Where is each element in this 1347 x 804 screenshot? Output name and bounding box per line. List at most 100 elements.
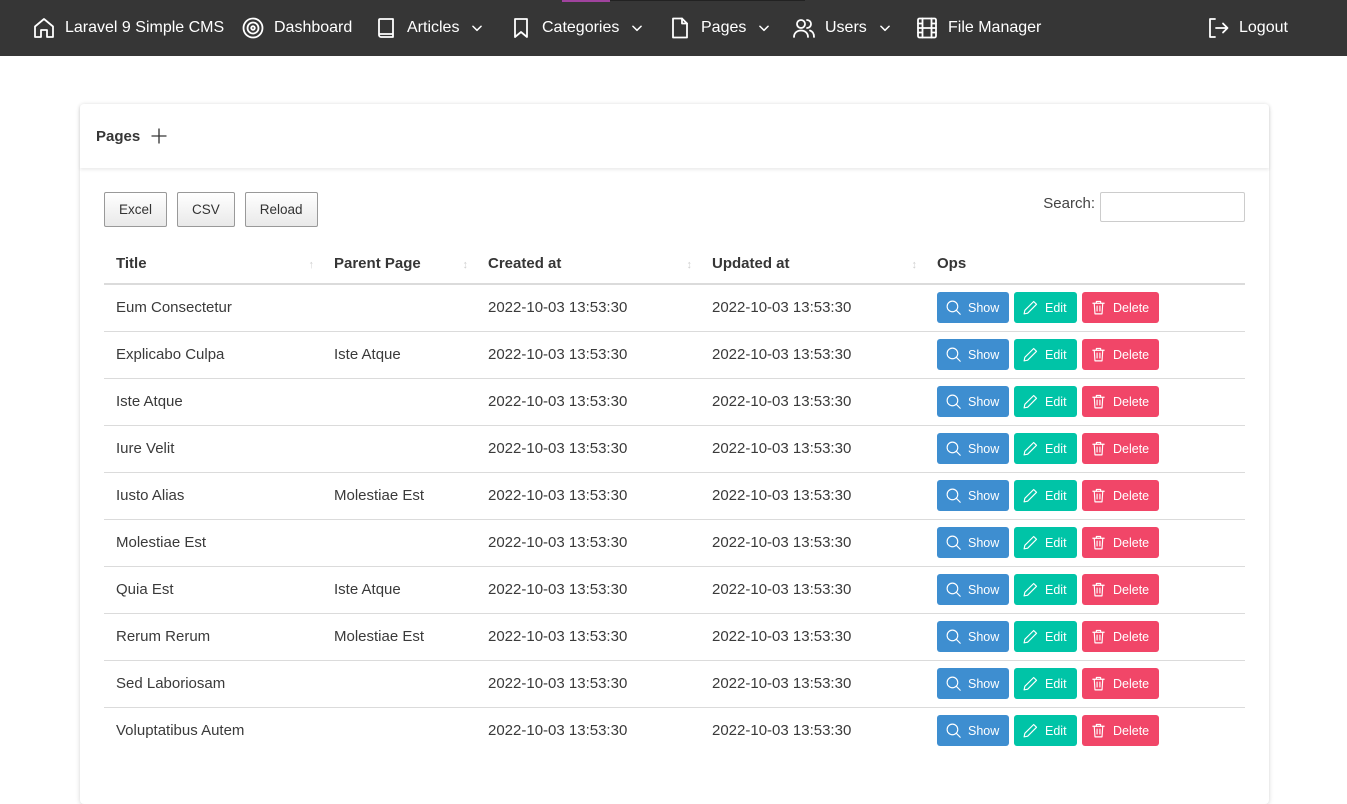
column-header-title[interactable]: Title ↑: [104, 244, 322, 285]
column-header-parent-page[interactable]: Parent Page ↕: [322, 244, 476, 285]
edit-label: Edit: [1045, 488, 1067, 503]
pencil-icon: [1023, 535, 1038, 550]
edit-button[interactable]: Edit: [1014, 715, 1077, 747]
cell-parent-page: [322, 707, 476, 754]
cell-ops: Show Edit Delete: [925, 613, 1245, 661]
nav-item-categories[interactable]: Categories: [509, 0, 644, 56]
cell-parent-page: [322, 378, 476, 426]
show-button[interactable]: Show: [937, 574, 1009, 605]
delete-label: Delete: [1113, 676, 1150, 691]
cell-created-at: 2022-10-03 13:53:30: [476, 519, 700, 567]
top-navbar: Laravel 9 Simple CMS Dashboard Articles …: [0, 0, 1347, 56]
edit-button[interactable]: Edit: [1014, 574, 1077, 605]
export-toolbar: Excel CSV Reload: [104, 192, 318, 227]
nav-item-pages[interactable]: Pages: [668, 0, 771, 56]
logout-link[interactable]: Logout: [1206, 0, 1288, 56]
cell-parent-page: Iste Atque: [322, 566, 476, 614]
edit-button[interactable]: Edit: [1014, 292, 1077, 324]
delete-button[interactable]: Delete: [1082, 339, 1159, 370]
table-row: Voluptatibus Autem 2022-10-03 13:53:30 2…: [104, 707, 1245, 754]
edit-label: Edit: [1045, 300, 1067, 315]
cell-ops: Show Edit Delete: [925, 519, 1245, 567]
sort-icon: ↕: [462, 259, 469, 271]
show-button[interactable]: Show: [937, 715, 1009, 747]
row-actions: Show Edit Delete: [937, 574, 1233, 605]
show-button[interactable]: Show: [937, 668, 1009, 699]
cell-updated-at: 2022-10-03 13:53:30: [700, 519, 925, 567]
trash-icon: [1092, 488, 1105, 503]
row-actions: Show Edit Delete: [937, 715, 1233, 747]
target-icon: [242, 17, 264, 39]
nav-item-users[interactable]: Users: [792, 0, 892, 56]
nav-brand[interactable]: Laravel 9 Simple CMS: [32, 0, 224, 56]
table-row: Iusto Alias Molestiae Est 2022-10-03 13:…: [104, 472, 1245, 520]
plus-icon[interactable]: [150, 127, 168, 145]
delete-button[interactable]: Delete: [1082, 621, 1159, 652]
trash-icon: [1092, 394, 1105, 409]
cell-created-at: 2022-10-03 13:53:30: [476, 378, 700, 426]
delete-button[interactable]: Delete: [1082, 668, 1159, 699]
nav-item-file-manager[interactable]: File Manager: [915, 0, 1041, 56]
show-button[interactable]: Show: [937, 386, 1009, 417]
delete-label: Delete: [1113, 629, 1150, 644]
nav-item-articles[interactable]: Articles: [374, 0, 484, 56]
show-button[interactable]: Show: [937, 527, 1009, 558]
pencil-icon: [1023, 629, 1038, 644]
cell-created-at: 2022-10-03 13:53:30: [476, 613, 700, 661]
reload-button[interactable]: Reload: [244, 192, 318, 227]
table-row: Quia Est Iste Atque 2022-10-03 13:53:30 …: [104, 566, 1245, 614]
edit-button[interactable]: Edit: [1014, 527, 1077, 558]
search-icon: [946, 347, 961, 362]
delete-button[interactable]: Delete: [1082, 480, 1159, 511]
delete-button[interactable]: Delete: [1082, 574, 1159, 605]
cell-title: Quia Est: [104, 566, 322, 614]
column-header-updated-at[interactable]: Updated at ↕: [700, 244, 925, 285]
search-icon: [946, 300, 961, 316]
search-input[interactable]: [1100, 192, 1245, 222]
delete-button[interactable]: Delete: [1082, 433, 1159, 464]
edit-button[interactable]: Edit: [1014, 480, 1077, 511]
trash-icon: [1092, 724, 1105, 738]
search-icon: [946, 676, 961, 691]
delete-button[interactable]: Delete: [1082, 527, 1159, 558]
delete-button[interactable]: Delete: [1082, 292, 1159, 324]
edit-button[interactable]: Edit: [1014, 621, 1077, 652]
trash-icon: [1092, 629, 1105, 644]
book-icon: [378, 18, 394, 38]
show-button[interactable]: Show: [937, 292, 1009, 324]
cell-updated-at: 2022-10-03 13:53:30: [700, 425, 925, 473]
cell-created-at: 2022-10-03 13:53:30: [476, 331, 700, 379]
table-body: Eum Consectetur 2022-10-03 13:53:30 2022…: [104, 284, 1245, 754]
delete-button[interactable]: Delete: [1082, 386, 1159, 417]
cell-ops: Show Edit Delete: [925, 660, 1245, 708]
excel-button[interactable]: Excel: [104, 192, 168, 227]
nav-item-dashboard[interactable]: Dashboard: [241, 0, 352, 56]
show-button[interactable]: Show: [937, 339, 1009, 370]
csv-button[interactable]: CSV: [177, 192, 235, 227]
show-label: Show: [968, 347, 1000, 362]
cell-updated-at: 2022-10-03 13:53:30: [700, 284, 925, 332]
edit-button[interactable]: Edit: [1014, 668, 1077, 699]
chevron-down-icon: [472, 25, 483, 32]
edit-button[interactable]: Edit: [1014, 339, 1077, 370]
column-header-label: Updated at: [712, 255, 790, 272]
show-button[interactable]: Show: [937, 433, 1009, 464]
column-header-label: Title: [116, 255, 147, 272]
trash-icon: [1092, 582, 1105, 597]
film-icon: [917, 17, 937, 39]
file-icon: [672, 17, 688, 39]
edit-button[interactable]: Edit: [1014, 433, 1077, 464]
show-button[interactable]: Show: [937, 480, 1009, 511]
cell-updated-at: 2022-10-03 13:53:30: [700, 613, 925, 661]
show-label: Show: [968, 676, 1000, 691]
row-actions: Show Edit Delete: [937, 386, 1233, 417]
search-icon: [946, 535, 961, 550]
show-button[interactable]: Show: [937, 621, 1009, 652]
show-label: Show: [968, 300, 1000, 315]
table-row: Iure Velit 2022-10-03 13:53:30 2022-10-0…: [104, 425, 1245, 473]
delete-button[interactable]: Delete: [1082, 715, 1159, 747]
column-header-created-at[interactable]: Created at ↕: [476, 244, 700, 285]
edit-label: Edit: [1045, 676, 1067, 691]
cell-title: Iure Velit: [104, 425, 322, 473]
edit-button[interactable]: Edit: [1014, 386, 1077, 417]
